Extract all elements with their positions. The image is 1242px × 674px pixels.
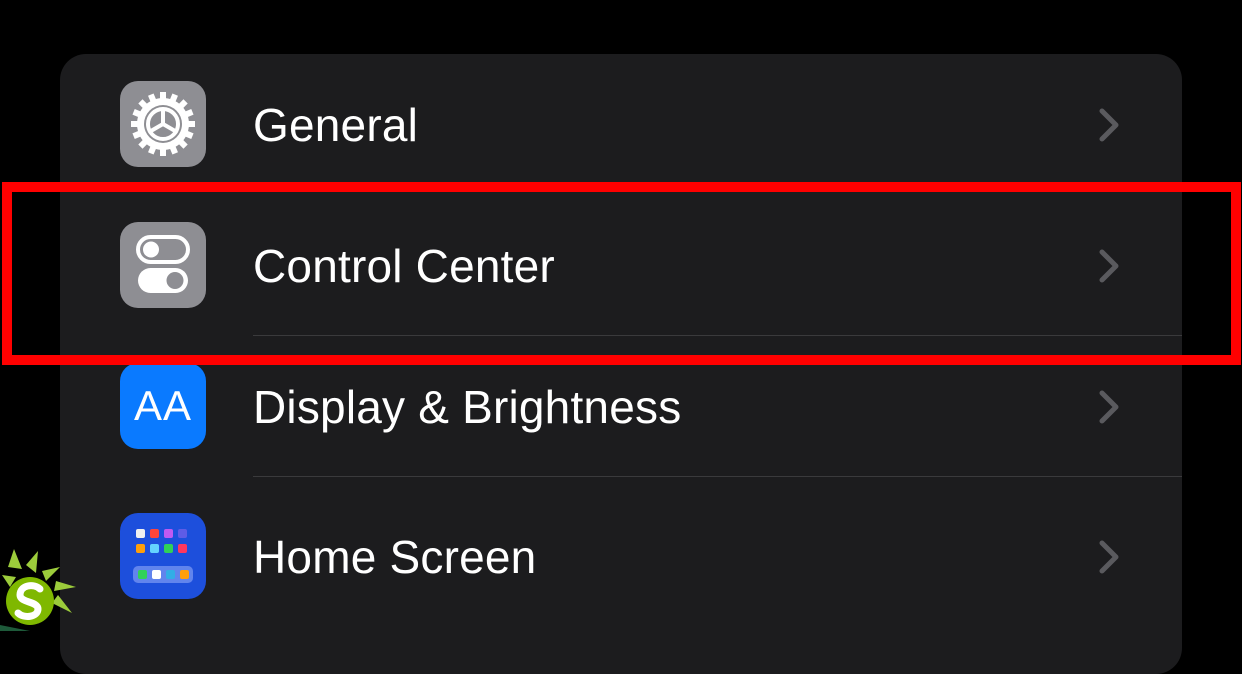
settings-row-control-center[interactable]: Control Center bbox=[60, 195, 1182, 336]
text-size-icon: AA bbox=[120, 363, 206, 449]
text-size-glyph: AA bbox=[133, 382, 193, 429]
chevron-right-icon bbox=[1099, 249, 1119, 283]
settings-row-label: General bbox=[253, 98, 419, 151]
chevron-right-icon bbox=[1099, 108, 1119, 142]
settings-row-label: Control Center bbox=[253, 239, 555, 292]
watermark-logo bbox=[0, 549, 76, 631]
settings-row-label: Display & Brightness bbox=[253, 380, 682, 433]
settings-row-label: Home Screen bbox=[253, 530, 537, 583]
settings-row-display-brightness[interactable]: AA Display & Brightness bbox=[60, 336, 1182, 477]
settings-row-home-screen[interactable]: Home Screen bbox=[60, 486, 1182, 627]
switches-icon bbox=[120, 222, 206, 308]
row-separator bbox=[253, 476, 1182, 477]
chevron-right-icon bbox=[1099, 390, 1119, 424]
gear-icon bbox=[120, 81, 206, 167]
settings-row-general[interactable]: General bbox=[60, 54, 1182, 195]
chevron-right-icon bbox=[1099, 540, 1119, 574]
app-grid-icon bbox=[120, 513, 206, 599]
settings-group: General Control Center AA Display & Brig… bbox=[60, 54, 1182, 674]
